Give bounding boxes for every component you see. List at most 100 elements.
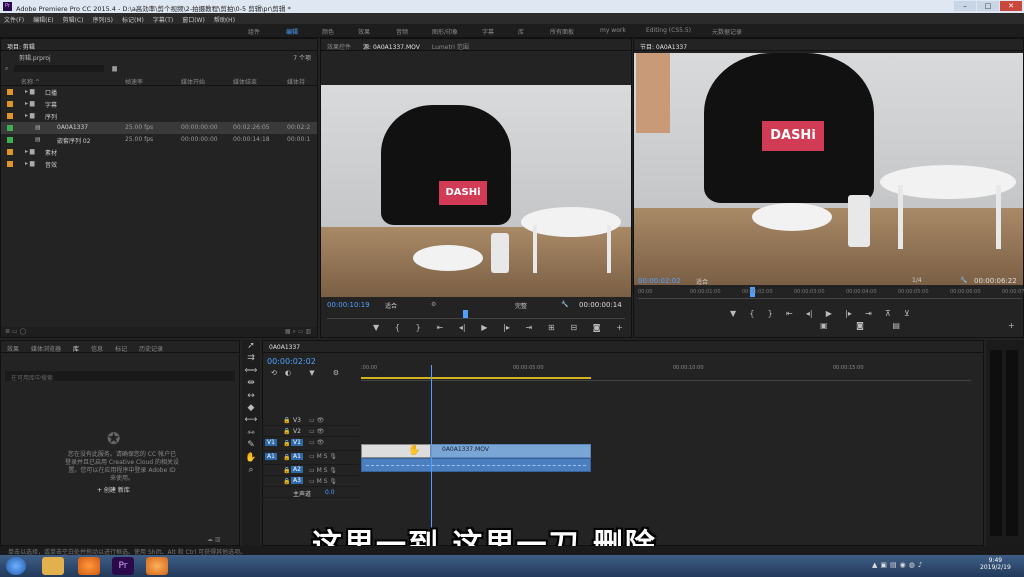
- column-media-end[interactable]: 媒体结束: [233, 77, 257, 86]
- lift-icon[interactable]: ⊼: [885, 309, 891, 318]
- timeline-options-icons[interactable]: ⟲◐ ▼ ⚙: [271, 369, 347, 377]
- list-item[interactable]: ▸ ▆ 素材: [1, 146, 317, 158]
- workspace-my-work[interactable]: my work: [600, 27, 626, 34]
- program-time-ruler[interactable]: 00:00 00:00:01:00 00:00:02:00 00:00:03:00 00…: [638, 287, 1024, 299]
- workspace-editing[interactable]: 编辑: [286, 27, 298, 36]
- settings-wrench-icon[interactable]: ⚙: [431, 301, 436, 308]
- workspace-libraries[interactable]: 库: [518, 27, 524, 36]
- extract-icon[interactable]: ⊻: [904, 309, 910, 318]
- step-back-icon[interactable]: ◂|: [806, 309, 813, 318]
- mark-in-icon[interactable]: {: [395, 323, 400, 332]
- video-clip-selected[interactable]: [361, 444, 431, 458]
- audio-clip[interactable]: [361, 458, 591, 472]
- folder-bin-icon[interactable]: ▆: [112, 65, 117, 72]
- workspace-audio[interactable]: 音频: [396, 27, 408, 36]
- list-item[interactable]: ▸ ▆ 口播: [1, 86, 317, 98]
- library-footer-icons[interactable]: ☁ ▥: [207, 536, 221, 543]
- menu-clip[interactable]: 剪辑(C): [63, 15, 84, 24]
- workspace-all-panels[interactable]: 所有面板: [550, 27, 574, 36]
- program-timecode[interactable]: 00:00:02:02: [638, 277, 681, 285]
- column-media-start[interactable]: 媒体开始: [181, 77, 205, 86]
- step-back-icon[interactable]: ◂|: [459, 323, 466, 332]
- firefox-icon[interactable]: [78, 557, 100, 575]
- menu-file[interactable]: 文件(F): [4, 15, 24, 24]
- source-playhead[interactable]: [463, 310, 468, 318]
- list-item[interactable]: ▤ 0A0A1337 25.00 fps 00:00:00:00 00:02:26:05…: [1, 122, 317, 134]
- tab-effects[interactable]: 效果: [7, 344, 19, 353]
- column-media-duration[interactable]: 媒体持: [287, 77, 305, 86]
- pen-tool-icon[interactable]: ✎: [242, 439, 260, 451]
- create-library-button[interactable]: + 创建 新库: [97, 485, 130, 494]
- source-timecode[interactable]: 00:00:10:19: [327, 301, 370, 309]
- ripple-edit-icon[interactable]: ⟺: [242, 365, 260, 377]
- workspace-metadata[interactable]: 元数据记录: [712, 27, 742, 36]
- system-tray-icons[interactable]: ▲▣▤◉◍♪: [872, 561, 925, 569]
- go-to-out-icon[interactable]: ⇥: [526, 323, 533, 332]
- wrench-icon[interactable]: 🔧: [561, 301, 568, 308]
- marker-icon[interactable]: ▼: [730, 309, 736, 318]
- list-view-icon[interactable]: ≣ ▭ ◯: [5, 328, 26, 335]
- tab-libraries[interactable]: 库: [73, 344, 79, 353]
- tab-effect-controls[interactable]: 效果控件: [327, 42, 351, 51]
- go-to-in-icon[interactable]: ⇤: [436, 323, 443, 332]
- workspace-effects[interactable]: 效果: [358, 27, 370, 36]
- close-button[interactable]: ✕: [1000, 1, 1022, 11]
- column-fps[interactable]: 帧速率: [125, 77, 143, 86]
- slide-tool-icon[interactable]: ⇿: [242, 427, 260, 439]
- column-name[interactable]: 名称 ^: [21, 77, 40, 86]
- browser-icon[interactable]: [146, 557, 168, 575]
- compare-icon[interactable]: ▤: [892, 321, 900, 330]
- zoom-tool-icon[interactable]: ⌕: [242, 464, 260, 476]
- menu-title[interactable]: 字幕(T): [153, 15, 173, 24]
- video-clip[interactable]: 0A0A1337.MOV: [431, 444, 591, 458]
- list-item[interactable]: ▸ ▆ 音效: [1, 158, 317, 170]
- workspace-assembly[interactable]: 组件: [248, 27, 260, 36]
- workspace-editing-cs55[interactable]: Editing (CS5.5): [646, 27, 691, 34]
- workspace-color[interactable]: 颜色: [322, 27, 334, 36]
- source-scrubber[interactable]: [327, 310, 625, 319]
- track-select-icon[interactable]: ⇉: [242, 352, 260, 364]
- minimize-button[interactable]: –: [954, 1, 976, 11]
- tab-project[interactable]: 项目: 剪辑: [7, 42, 35, 51]
- step-forward-icon[interactable]: |▸: [503, 323, 510, 332]
- step-forward-icon[interactable]: |▸: [845, 309, 852, 318]
- safe-margins-icon[interactable]: ▣: [820, 321, 828, 330]
- timeline-timecode[interactable]: 00:00:02:02: [267, 357, 316, 366]
- marker-icon[interactable]: ▼: [373, 323, 379, 332]
- selection-tool-icon[interactable]: ➚: [242, 340, 260, 352]
- search-icon[interactable]: ⌕: [5, 65, 8, 72]
- wrench-icon[interactable]: 🔧: [960, 277, 967, 284]
- list-item[interactable]: ▸ ▆ 序列: [1, 110, 317, 122]
- rate-stretch-icon[interactable]: ↔: [242, 390, 260, 402]
- start-button-icon[interactable]: [6, 557, 26, 575]
- clock[interactable]: 9:49 2019/2/19: [980, 557, 1011, 571]
- menu-window[interactable]: 窗口(W): [182, 15, 205, 24]
- tab-source[interactable]: 源: 0A0A1337.MOV: [363, 42, 420, 51]
- premiere-taskbar-icon[interactable]: Pr: [112, 557, 134, 575]
- mark-in-icon[interactable]: {: [749, 309, 754, 318]
- list-item[interactable]: ▤ 嵌套序列 02 25.00 fps 00:00:00:00 00:00:14:18 0…: [1, 134, 317, 146]
- tab-sequence[interactable]: 0A0A1337: [269, 344, 300, 352]
- go-to-out-icon[interactable]: ⇥: [865, 309, 872, 318]
- insert-icon[interactable]: ⊞: [548, 323, 555, 332]
- go-to-in-icon[interactable]: ⇤: [786, 309, 793, 318]
- new-item-icon[interactable]: ▦ ⌕ ▭ ▥: [285, 328, 311, 336]
- mark-out-icon[interactable]: }: [416, 323, 421, 332]
- export-frame-icon[interactable]: ◙: [593, 323, 601, 332]
- menu-marker[interactable]: 标记(M): [122, 15, 144, 24]
- program-fit-select[interactable]: 适合: [696, 277, 708, 286]
- add-button-icon[interactable]: +: [1008, 321, 1015, 330]
- menu-help[interactable]: 帮助(H): [214, 15, 235, 24]
- tab-lumetri-scopes[interactable]: Lumetri 范围: [432, 42, 469, 51]
- tab-history[interactable]: 历史记录: [139, 344, 163, 353]
- list-item[interactable]: ▸ ▆ 字幕: [1, 98, 317, 110]
- menu-edit[interactable]: 编辑(E): [33, 15, 53, 24]
- play-icon[interactable]: ▶: [826, 309, 832, 318]
- tab-markers[interactable]: 标记: [115, 344, 127, 353]
- razor-tool-icon[interactable]: ◆: [242, 402, 260, 414]
- work-area-bar[interactable]: [361, 377, 591, 379]
- slip-tool-icon[interactable]: ⟷: [242, 414, 260, 426]
- hand-tool-icon[interactable]: ✋: [242, 452, 260, 464]
- menu-sequence[interactable]: 序列(S): [93, 15, 114, 24]
- play-icon[interactable]: ▶: [481, 323, 487, 332]
